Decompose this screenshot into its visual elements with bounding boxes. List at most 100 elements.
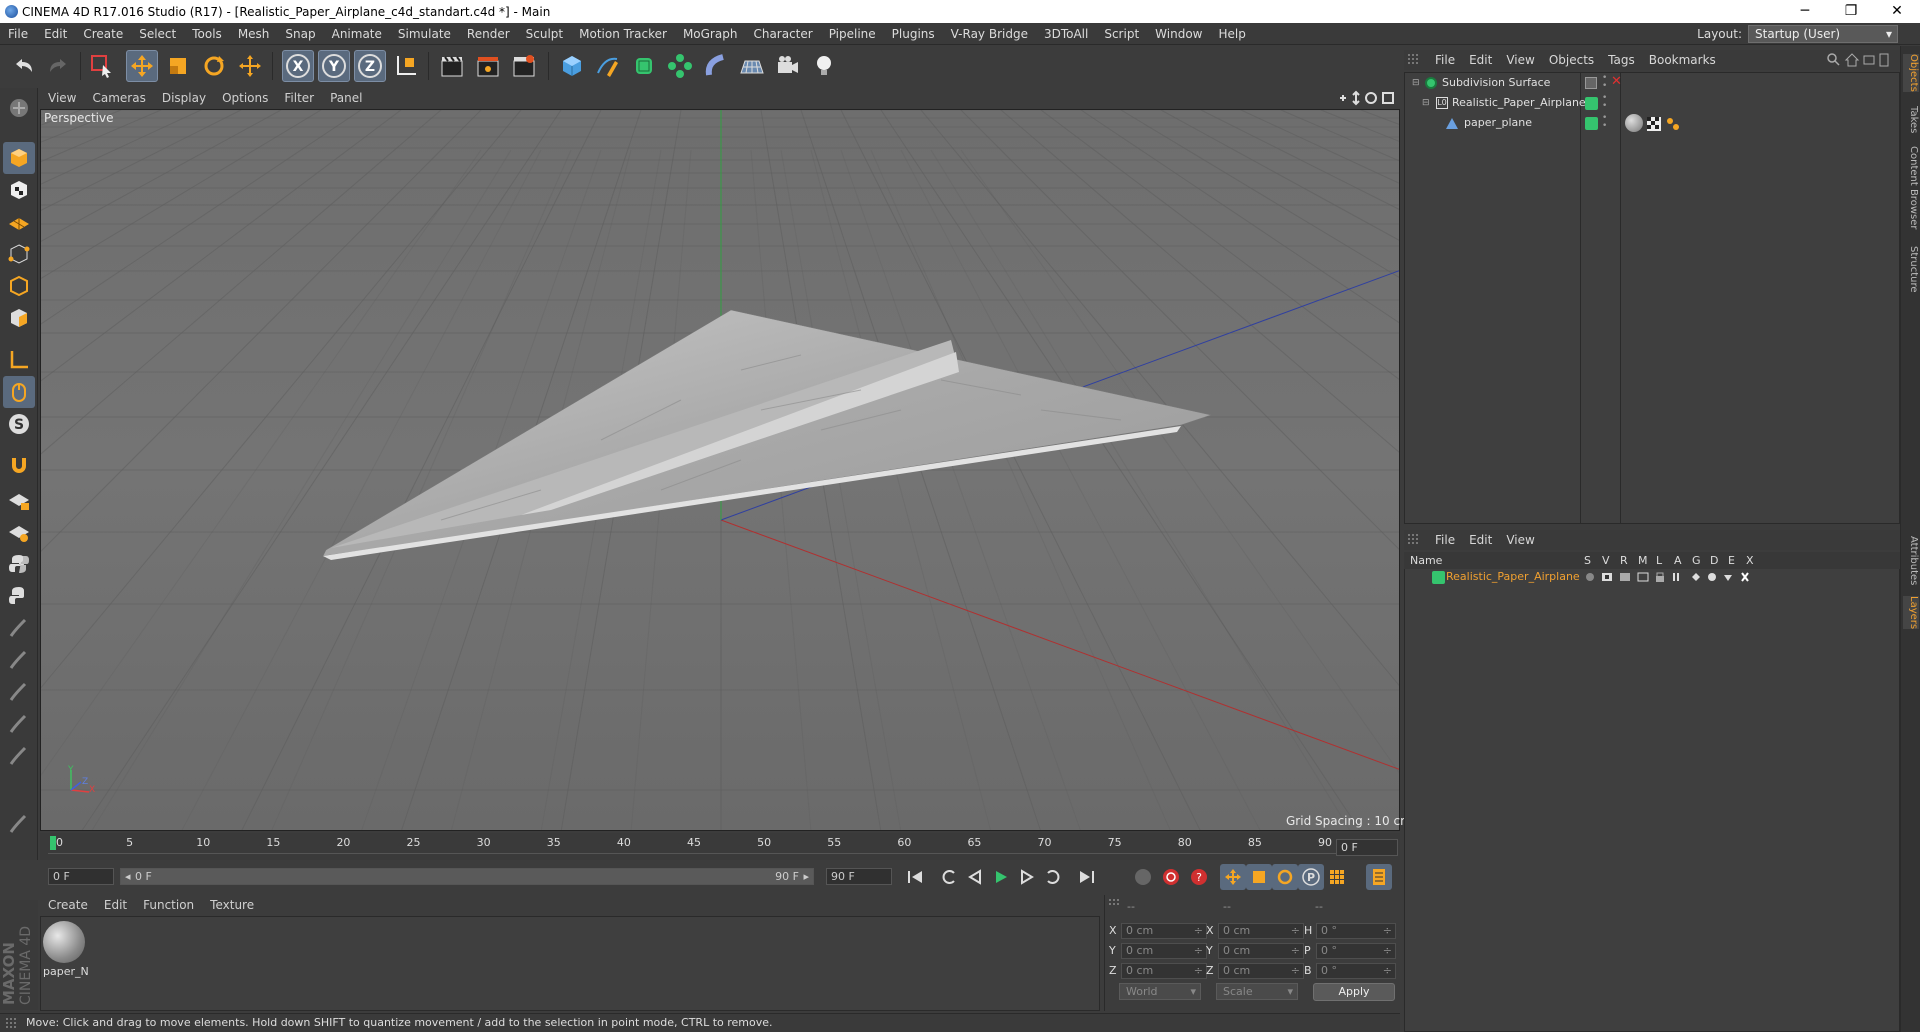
tab-structure[interactable]: Structure bbox=[1903, 246, 1919, 293]
camera-button[interactable] bbox=[772, 50, 804, 82]
material-name[interactable]: paper_N bbox=[43, 965, 89, 978]
workplane-lock-button[interactable] bbox=[3, 484, 35, 516]
disable-x-icon[interactable]: ✕ bbox=[1611, 74, 1622, 89]
redo-button[interactable] bbox=[42, 50, 74, 82]
object-menu-objects[interactable]: Objects bbox=[1542, 53, 1601, 67]
menu-animate[interactable]: Animate bbox=[324, 27, 390, 41]
viewport-navigation-icons[interactable] bbox=[1336, 89, 1398, 107]
coordinate-system-button[interactable] bbox=[390, 50, 422, 82]
start-frame-field[interactable]: 0 F bbox=[48, 868, 114, 885]
layer-menu-file[interactable]: File bbox=[1428, 533, 1462, 547]
perspective-viewport[interactable] bbox=[40, 109, 1400, 831]
menu-select[interactable]: Select bbox=[131, 27, 184, 41]
layer-col-expressions[interactable]: E bbox=[1728, 552, 1735, 569]
material-tag-icon[interactable] bbox=[1625, 114, 1643, 132]
object-row-paper-plane[interactable]: paper_plane bbox=[1408, 114, 1580, 132]
live-selection-button[interactable] bbox=[86, 50, 118, 82]
viewport-menu-cameras[interactable]: Cameras bbox=[84, 91, 153, 105]
layer-col-render[interactable]: R bbox=[1620, 552, 1628, 569]
menu-sculpt[interactable]: Sculpt bbox=[518, 27, 571, 41]
menu-script[interactable]: Script bbox=[1096, 27, 1147, 41]
layer-menu-edit[interactable]: Edit bbox=[1462, 533, 1499, 547]
points-mode-button[interactable] bbox=[3, 238, 35, 270]
material-menu-function[interactable]: Function bbox=[135, 898, 202, 912]
object-menu-tags[interactable]: Tags bbox=[1601, 53, 1642, 67]
autokeying-button[interactable] bbox=[1158, 864, 1184, 890]
menu-mograph[interactable]: MoGraph bbox=[675, 27, 746, 41]
tweak-mode-button[interactable] bbox=[3, 376, 35, 408]
tab-attributes[interactable]: Attributes bbox=[1903, 536, 1919, 585]
object-menu-bookmarks[interactable]: Bookmarks bbox=[1642, 53, 1723, 67]
menu-3dtoall[interactable]: 3DToAll bbox=[1036, 27, 1096, 41]
menu-snap[interactable]: Snap bbox=[277, 27, 323, 41]
python-script-button[interactable] bbox=[3, 548, 35, 580]
menu-character[interactable]: Character bbox=[745, 27, 820, 41]
polygons-mode-button[interactable] bbox=[3, 302, 35, 334]
visibility-dots[interactable]: • • bbox=[1602, 114, 1607, 131]
menu-vray-bridge[interactable]: V-Ray Bridge bbox=[943, 27, 1036, 41]
material-menu-texture[interactable]: Texture bbox=[202, 898, 262, 912]
preview-range-slider[interactable]: ◂ 0 F 90 F ▸ bbox=[120, 868, 814, 885]
apply-button[interactable]: Apply bbox=[1313, 983, 1395, 1001]
timeline-button[interactable] bbox=[1366, 864, 1392, 890]
layer-col-deformers[interactable]: D bbox=[1710, 552, 1718, 569]
record-active-objects-button[interactable] bbox=[1130, 864, 1156, 890]
scale-tool-button[interactable] bbox=[162, 50, 194, 82]
model-mode-button[interactable] bbox=[3, 142, 35, 174]
play-forwards-button[interactable] bbox=[988, 864, 1014, 890]
end-frame-field[interactable]: 90 F bbox=[826, 868, 892, 885]
workplane-mode-button[interactable] bbox=[3, 206, 35, 238]
material-menu-create[interactable]: Create bbox=[40, 898, 96, 912]
y-axis-lock-button[interactable]: Y bbox=[318, 50, 350, 82]
object-row-subdivision-surface[interactable]: ⊟ Subdivision Surface bbox=[1408, 74, 1580, 92]
sculpt-tool-2-button[interactable] bbox=[3, 644, 35, 676]
record-pla-button[interactable] bbox=[1324, 864, 1350, 890]
record-rotation-button[interactable] bbox=[1272, 864, 1298, 890]
size-y-field[interactable]: 0 cm bbox=[1218, 943, 1304, 959]
sculpt-tool-6-button[interactable] bbox=[3, 808, 35, 840]
goto-previous-frame-button[interactable] bbox=[962, 864, 988, 890]
menu-simulate[interactable]: Simulate bbox=[390, 27, 459, 41]
layer-col-xrefs[interactable]: X bbox=[1746, 552, 1754, 569]
layer-menu-view[interactable]: View bbox=[1499, 533, 1541, 547]
object-menu-view[interactable]: View bbox=[1499, 53, 1541, 67]
visibility-dots[interactable]: • • bbox=[1602, 94, 1607, 111]
subdivision-layer-icon[interactable] bbox=[1585, 77, 1597, 89]
sculpt-tool-1-button[interactable] bbox=[3, 612, 35, 644]
menu-help[interactable]: Help bbox=[1210, 27, 1253, 41]
material-preview-ball[interactable] bbox=[43, 921, 85, 963]
object-menu-file[interactable]: File bbox=[1428, 53, 1462, 67]
pos-z-field[interactable]: 0 cm bbox=[1121, 963, 1207, 979]
layer-col-solo[interactable]: S bbox=[1584, 552, 1591, 569]
sculpt-tool-4-button[interactable] bbox=[3, 708, 35, 740]
menu-edit[interactable]: Edit bbox=[36, 27, 75, 41]
record-position-button[interactable] bbox=[1220, 864, 1246, 890]
visibility-dots[interactable]: • • bbox=[1602, 74, 1607, 91]
make-editable-button[interactable] bbox=[3, 92, 35, 124]
menu-tools[interactable]: Tools bbox=[184, 27, 230, 41]
maximize-button[interactable]: ❐ bbox=[1828, 0, 1874, 23]
viewport-menu-view[interactable]: View bbox=[40, 91, 84, 105]
layer-col-animation[interactable]: A bbox=[1674, 552, 1682, 569]
menu-create[interactable]: Create bbox=[75, 27, 131, 41]
sculpt-tool-5-button[interactable] bbox=[3, 740, 35, 772]
layer-col-manager[interactable]: M bbox=[1638, 552, 1648, 569]
render-view-button[interactable] bbox=[436, 50, 468, 82]
menu-plugins[interactable]: Plugins bbox=[884, 27, 943, 41]
spline-pen-button[interactable] bbox=[592, 50, 624, 82]
size-z-field[interactable]: 0 cm bbox=[1218, 963, 1304, 979]
timeline-ruler[interactable]: 0 5 10 15 20 25 30 35 40 45 50 55 60 65 70 75 80 85 90 bbox=[40, 833, 1400, 860]
x-axis-lock-button[interactable]: X bbox=[282, 50, 314, 82]
layer-color-icon[interactable] bbox=[1432, 571, 1445, 584]
phong-tag-icon[interactable] bbox=[1666, 117, 1680, 131]
tab-objects[interactable]: Objects bbox=[1903, 54, 1919, 92]
enable-snap-button[interactable] bbox=[3, 448, 35, 480]
layer-col-view[interactable]: V bbox=[1602, 552, 1610, 569]
goto-next-frame-button[interactable] bbox=[1014, 864, 1040, 890]
workplane-align-button[interactable] bbox=[3, 516, 35, 548]
size-x-field[interactable]: 0 cm bbox=[1218, 923, 1304, 939]
goto-start-button[interactable] bbox=[902, 864, 928, 890]
tab-takes[interactable]: Takes bbox=[1903, 106, 1919, 133]
python-script-2-button[interactable] bbox=[3, 580, 35, 612]
texture-mode-button[interactable] bbox=[3, 174, 35, 206]
